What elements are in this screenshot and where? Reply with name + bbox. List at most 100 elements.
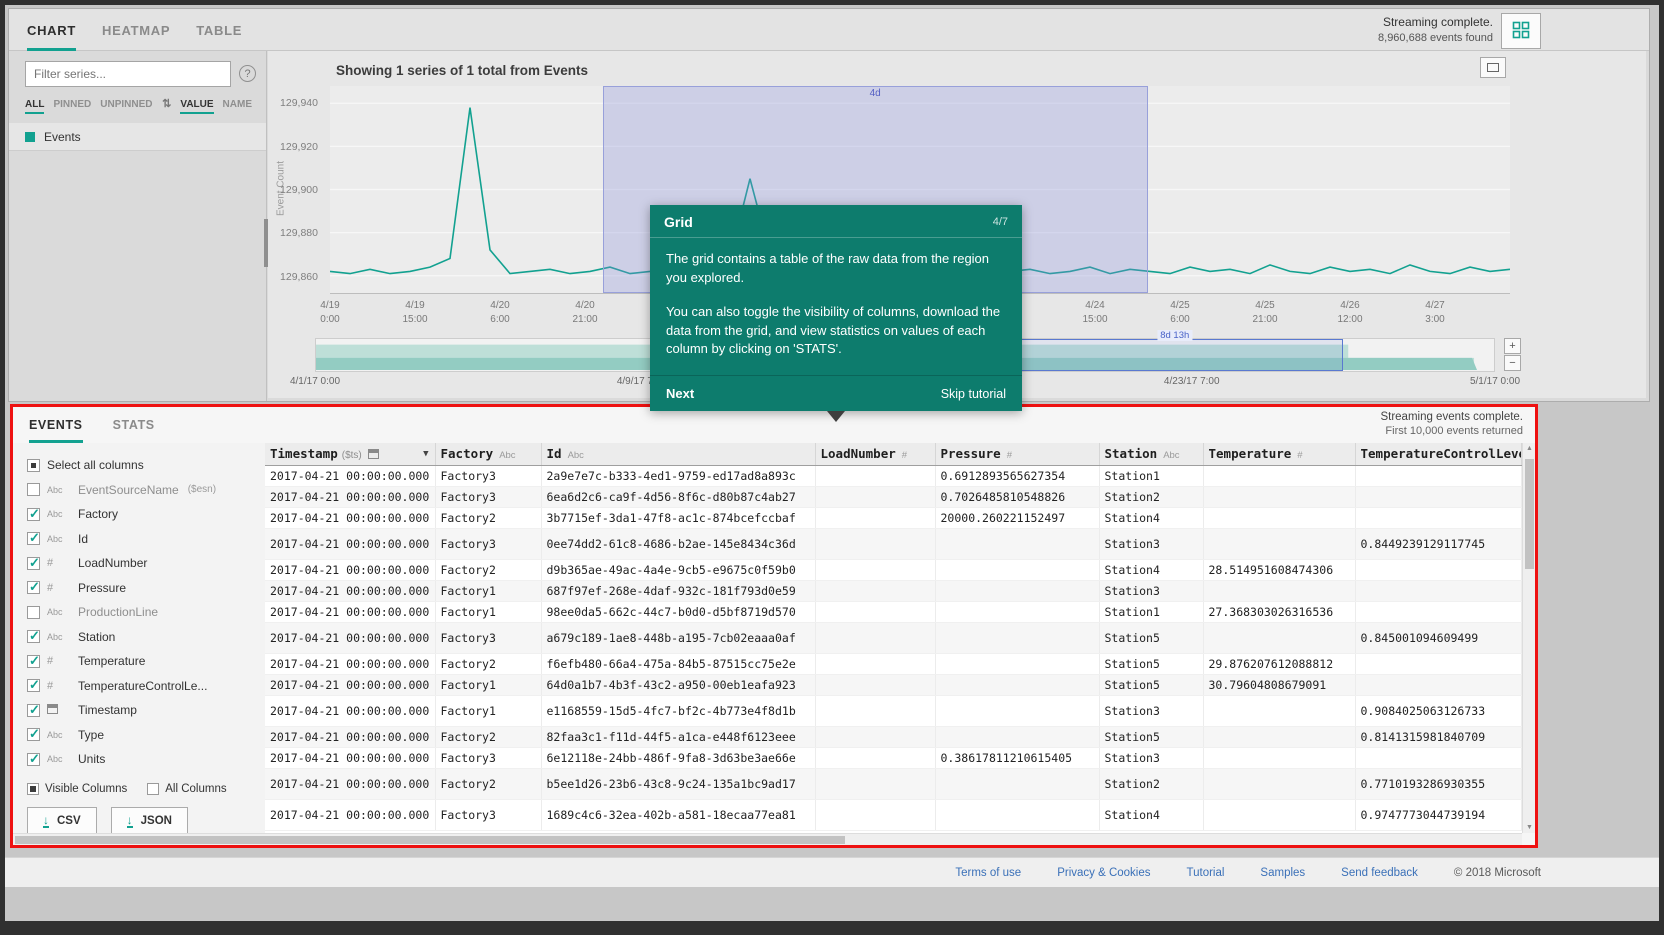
- temperaturecontrollevel-cell: [1355, 580, 1522, 602]
- table-row[interactable]: 2017-04-21 00:00:00.000 Factory2 f6efb480-…: [265, 653, 1522, 675]
- column-header-id[interactable]: Id Abc: [541, 443, 816, 466]
- table-row[interactable]: 2017-04-21 00:00:00.000 Factory3 1689c4c6-…: [265, 799, 1522, 831]
- column-toggle-id[interactable]: Abc Id: [13, 527, 265, 552]
- column-toggle-eventsourcename[interactable]: Abc EventSourceName ($esn): [13, 478, 265, 503]
- tutorial-paragraph: You can also toggle the visibility of co…: [666, 303, 1001, 357]
- footer-link-samples[interactable]: Samples: [1260, 867, 1305, 879]
- visible-columns-option[interactable]: Visible Columns: [27, 783, 127, 795]
- filter-tab-unpinned[interactable]: UNPINNED: [100, 99, 152, 114]
- column-toggle-type[interactable]: Abc Type: [13, 723, 265, 748]
- column-toggle-units[interactable]: Abc Units: [13, 747, 265, 772]
- download-json-button[interactable]: ↓ JSON: [110, 807, 188, 835]
- column-toggle-pressure[interactable]: # Pressure: [13, 576, 265, 601]
- tab-heatmap[interactable]: HEATMAP: [102, 9, 170, 51]
- column-toggle-factory[interactable]: Abc Factory: [13, 502, 265, 527]
- string-type-icon: Abc: [47, 631, 63, 642]
- column-header-label: Id: [546, 446, 562, 462]
- column-header-temperature[interactable]: Temperature #: [1203, 443, 1356, 466]
- tutorial-next-button[interactable]: Next: [666, 386, 694, 401]
- table-row[interactable]: 2017-04-21 00:00:00.000 Factory3 6e12118e-…: [265, 747, 1522, 769]
- checkbox-icon: [27, 628, 40, 644]
- zoom-out-button[interactable]: −: [1504, 355, 1521, 371]
- events-returned-count: First 10,000 events returned: [1385, 425, 1523, 437]
- table-row[interactable]: 2017-04-21 00:00:00.000 Factory1 98ee0da5-…: [265, 601, 1522, 623]
- tutorial-pointer-arrow: [827, 411, 845, 423]
- id-cell: e1168559-15d5-4fc7-bf2c-4b773e4f8d1b: [541, 695, 816, 727]
- column-label: Pressure: [78, 580, 127, 595]
- table-row[interactable]: 2017-04-21 00:00:00.000 Factory3 6ea6d2c6-…: [265, 486, 1522, 508]
- factory-cell: Factory3: [435, 799, 542, 831]
- horizontal-scrollbar[interactable]: [13, 833, 1522, 845]
- tutorial-popup: Grid 4/7 The grid contains a table of th…: [650, 205, 1022, 423]
- table-row[interactable]: 2017-04-21 00:00:00.000 Factory2 82faa3c1-…: [265, 726, 1522, 748]
- y-axis-tick-label: 129,940: [280, 97, 318, 110]
- annotation-button[interactable]: [1480, 57, 1506, 78]
- table-row[interactable]: 2017-04-21 00:00:00.000 Factory1 687f97ef-…: [265, 580, 1522, 602]
- tutorial-skip-button[interactable]: Skip tutorial: [941, 387, 1006, 401]
- column-header-temperaturecontrollevel[interactable]: TemperatureControlLevel: [1355, 443, 1522, 466]
- table-row[interactable]: 2017-04-21 00:00:00.000 Factory2 3b7715ef-…: [265, 507, 1522, 529]
- footer-link-send-feedback[interactable]: Send feedback: [1341, 867, 1418, 879]
- filter-series-input[interactable]: [25, 61, 231, 87]
- column-toggle-productionline[interactable]: Abc ProductionLine: [13, 600, 265, 625]
- factory-cell: Factory3: [435, 486, 542, 508]
- x-axis-tick-label: 4/25 6:00: [1150, 299, 1210, 326]
- zoom-in-button[interactable]: +: [1504, 338, 1521, 354]
- sort-tab-name[interactable]: NAME: [223, 99, 252, 114]
- column-toggle-select-all-columns[interactable]: Select all columns: [13, 453, 265, 478]
- checkbox-icon: [27, 458, 40, 472]
- column-header-pressure[interactable]: Pressure #: [935, 443, 1100, 466]
- perspective-grid-button[interactable]: [1501, 13, 1541, 49]
- temperature-cell: [1203, 726, 1356, 748]
- temperaturecontrollevel-cell: 0.845001094609499: [1355, 622, 1522, 654]
- column-label: Type: [78, 727, 105, 742]
- tab-events[interactable]: EVENTS: [29, 407, 83, 443]
- table-row[interactable]: 2017-04-21 00:00:00.000 Factory2 d9b365ae-…: [265, 559, 1522, 581]
- number-type-icon: #: [1006, 450, 1013, 462]
- table-row[interactable]: 2017-04-21 00:00:00.000 Factory1 64d0a1b7-…: [265, 674, 1522, 696]
- tab-table[interactable]: TABLE: [196, 9, 242, 51]
- string-type-icon: Abc: [1163, 450, 1180, 462]
- brush-selection-window[interactable]: [1006, 339, 1344, 371]
- loadnumber-cell: [815, 507, 936, 529]
- series-item-events[interactable]: Events: [9, 123, 266, 151]
- column-label: Select all columns: [47, 458, 144, 473]
- vertical-scrollbar[interactable]: ▲ ▼: [1522, 443, 1535, 833]
- column-toggle-temperature[interactable]: # Temperature: [13, 649, 265, 674]
- horizontal-scrollbar-thumb[interactable]: [15, 836, 845, 844]
- all-columns-option[interactable]: All Columns: [147, 783, 227, 795]
- tab-stats[interactable]: STATS: [113, 407, 155, 443]
- events-found-count: 8,960,688 events found: [1378, 32, 1493, 44]
- station-cell: Station3: [1099, 747, 1204, 769]
- column-header-factory[interactable]: Factory Abc: [435, 443, 542, 466]
- table-row[interactable]: 2017-04-21 00:00:00.000 Factory2 b5ee1d26-…: [265, 768, 1522, 800]
- column-header-station[interactable]: Station Abc: [1099, 443, 1204, 466]
- column-header-timestamp[interactable]: Timestamp ($ts) ▼: [265, 443, 436, 466]
- temperature-cell: 30.79604808679091: [1203, 674, 1356, 696]
- filter-tab-all[interactable]: ALL: [25, 99, 45, 114]
- table-row[interactable]: 2017-04-21 00:00:00.000 Factory3 a679c189-…: [265, 622, 1522, 654]
- footer-link-terms-of-use[interactable]: Terms of use: [955, 867, 1021, 879]
- scroll-up-arrow[interactable]: ▲: [1523, 445, 1536, 452]
- tab-chart[interactable]: CHART: [27, 9, 76, 51]
- xtick-date: 4/26: [1340, 300, 1360, 311]
- sort-tab-value[interactable]: VALUE: [180, 99, 214, 114]
- footer-link-privacy-cookies[interactable]: Privacy & Cookies: [1057, 867, 1150, 879]
- footer-link-tutorial[interactable]: Tutorial: [1187, 867, 1225, 879]
- column-toggle-timestamp[interactable]: Timestamp: [13, 698, 265, 723]
- download-csv-button[interactable]: ↓ CSV: [27, 807, 97, 835]
- streaming-status-line1: Streaming complete.: [1382, 15, 1493, 29]
- scroll-down-arrow[interactable]: ▼: [1523, 824, 1536, 831]
- string-type-icon: Abc: [47, 607, 63, 618]
- table-row[interactable]: 2017-04-21 00:00:00.000 Factory1 e1168559-…: [265, 695, 1522, 727]
- filter-tab-pinned[interactable]: PINNED: [53, 99, 91, 114]
- loadnumber-cell: [815, 674, 936, 696]
- column-toggle-temperaturecontrolle[interactable]: # TemperatureControlLe...: [13, 674, 265, 699]
- help-icon[interactable]: ?: [239, 65, 256, 82]
- column-toggle-loadnumber[interactable]: # LoadNumber: [13, 551, 265, 576]
- table-row[interactable]: 2017-04-21 00:00:00.000 Factory3 2a9e7e7c-…: [265, 465, 1522, 487]
- vertical-scrollbar-thumb[interactable]: [1525, 459, 1534, 569]
- column-toggle-station[interactable]: Abc Station: [13, 625, 265, 650]
- table-row[interactable]: 2017-04-21 00:00:00.000 Factory3 0ee74dd2-…: [265, 528, 1522, 560]
- column-header-loadnumber[interactable]: LoadNumber #: [815, 443, 936, 466]
